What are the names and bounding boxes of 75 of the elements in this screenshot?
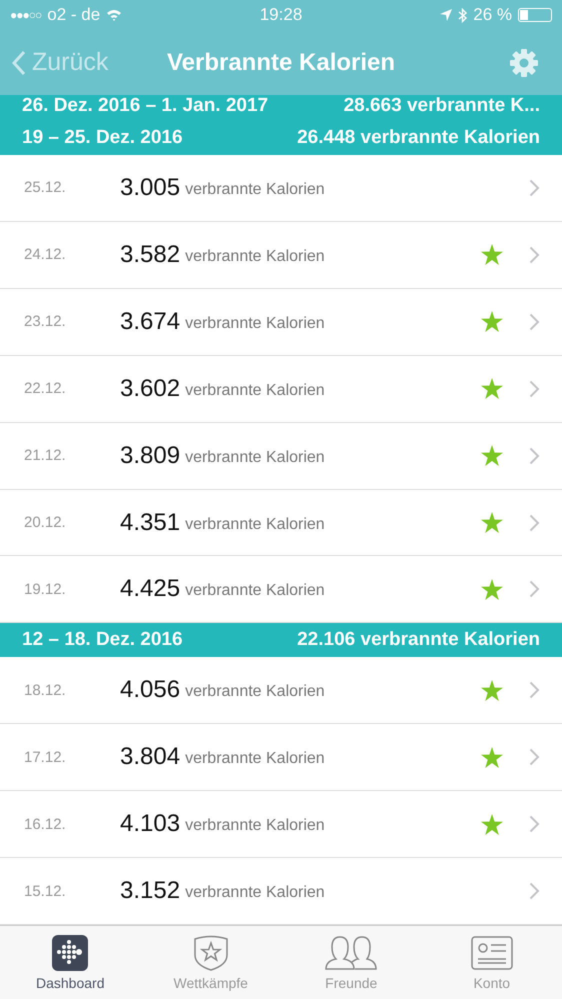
- calorie-unit: verbrannte Kalorien: [185, 248, 325, 266]
- back-chevron-icon: [12, 50, 26, 76]
- chevron-icon: [529, 514, 540, 532]
- calorie-unit: verbrannte Kalorien: [185, 448, 325, 467]
- calorie-value: 3.804: [120, 743, 180, 772]
- day-row[interactable]: 20.12. 4.351 verbrannte Kalorien: [0, 490, 562, 556]
- day-date: 21.12.: [24, 447, 67, 464]
- calorie-unit: verbrannte Kalorien: [185, 516, 325, 534]
- chevron-icon: [529, 815, 540, 834]
- chevron-icon: [529, 178, 540, 197]
- chevron-icon: [529, 246, 540, 264]
- calorie-value: 3.005: [120, 174, 180, 202]
- calorie-unit: verbrannte Kalorien: [185, 382, 325, 400]
- week-total: 28.663 verbrannte K...: [344, 95, 540, 117]
- calorie-value: 3.809: [120, 442, 180, 470]
- chevron-icon: [529, 580, 540, 598]
- day-row[interactable]: 22.12. 3.602 verbrannte Kalorien: [0, 356, 562, 423]
- day-date: 19.12.: [24, 580, 67, 598]
- day-row[interactable]: 17.12. 3.804 verbrannte Kalorien: [0, 724, 562, 792]
- day-date: 20.12.: [24, 514, 67, 531]
- week-total: 26.448 verbrannte Kalorien: [297, 126, 540, 149]
- calorie-value: 3.152: [120, 877, 180, 906]
- chevron-icon: [529, 681, 540, 700]
- calorie-value: 4.425: [120, 575, 180, 604]
- calorie-unit: verbrannte Kalorien: [185, 750, 325, 768]
- day-date: 23.12.: [24, 313, 67, 330]
- day-date: 24.12.: [24, 246, 67, 264]
- day-date: 16.12.: [24, 816, 67, 833]
- calorie-value: 4.056: [120, 676, 180, 704]
- calorie-unit: verbrannte Kalorien: [185, 817, 325, 836]
- settings-icon[interactable]: [508, 46, 540, 78]
- bluetooth-icon: [458, 8, 468, 22]
- day-row[interactable]: 18.12. 4.056 verbrannte Kalorien: [0, 657, 562, 724]
- day-date: 17.12.: [24, 748, 67, 766]
- screen-title: Verbrannte Kalorien: [166, 48, 396, 76]
- chevron-icon: [529, 380, 540, 398]
- calorie-value: 3.602: [120, 374, 180, 403]
- week-range: 19 – 25. Dez. 2016: [22, 126, 183, 149]
- day-row[interactable]: 21.12. 3.809 verbrannte Kalorien: [0, 422, 562, 490]
- calorie-unit: verbrannte Kalorien: [185, 314, 325, 333]
- location-arrow-icon: [440, 9, 452, 21]
- week-total: 22.106 verbrannte Kalorien: [297, 629, 540, 652]
- battery-icon: [518, 8, 552, 22]
- day-date: 18.12.: [24, 682, 67, 699]
- day-date: 22.12.: [24, 380, 67, 398]
- tab-item[interactable]: Dashboard: [10, 934, 130, 990]
- id-card-icon: [470, 934, 513, 970]
- shield-star-icon: [192, 934, 229, 970]
- battery-percent: 26 %: [473, 5, 512, 25]
- day-row[interactable]: 16.12. 4.103 verbrannte Kalorien: [0, 791, 562, 858]
- week-range: 26. Dez. 2016 – 1. Jan. 2017: [22, 95, 268, 117]
- calorie-unit: verbrannte Kalorien: [185, 582, 325, 600]
- day-date: 15.12.: [24, 882, 67, 900]
- calorie-unit: verbrannte Kalorien: [185, 683, 325, 702]
- dots-grid-icon: [52, 934, 88, 970]
- people-icon: [324, 934, 378, 970]
- status-time: 19:28: [260, 5, 302, 25]
- chevron-icon: [529, 446, 540, 465]
- signal-strength: ●●●○○: [10, 8, 42, 22]
- calorie-value: 3.582: [120, 240, 180, 269]
- chevron-icon: [529, 312, 540, 331]
- calorie-value: 4.351: [120, 508, 180, 536]
- chevron-icon: [529, 748, 540, 766]
- carrier-name: o2 - de: [47, 5, 100, 25]
- week-range: 12 – 18. Dez. 2016: [22, 629, 183, 652]
- calorie-unit: verbrannte Kalorien: [185, 180, 325, 199]
- wifi-icon: [106, 9, 122, 21]
- day-row[interactable]: 24.12. 3.582 verbrannte Kalorien: [0, 222, 562, 289]
- day-row[interactable]: 23.12. 3.674 verbrannte Kalorien: [0, 288, 562, 356]
- calorie-value: 4.103: [120, 810, 180, 838]
- chevron-icon: [529, 882, 540, 900]
- day-date: 25.12.: [24, 179, 67, 196]
- calorie-unit: verbrannte Kalorien: [185, 884, 325, 902]
- day-row[interactable]: 25.12. 3.005 verbrannte Kalorien: [0, 154, 562, 222]
- calorie-value: 3.674: [120, 308, 180, 336]
